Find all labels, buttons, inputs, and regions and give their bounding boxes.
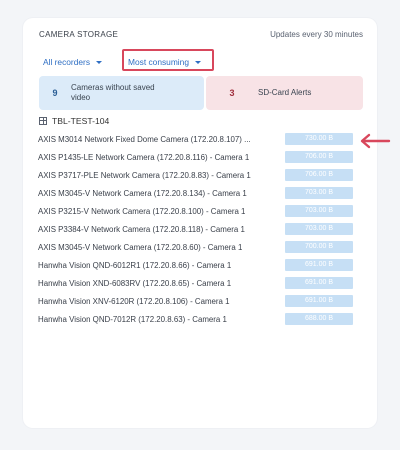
- panel-title: CAMERA STORAGE: [39, 30, 119, 39]
- camera-row[interactable]: AXIS M3014 Network Fixed Dome Camera (17…: [38, 130, 358, 148]
- site-header: TBL-TEST-104: [39, 116, 109, 126]
- camera-name: Hanwha Vision XNV-6120R (172.20.8.106) -…: [38, 296, 230, 306]
- storage-bar: 703.00 B: [285, 187, 353, 199]
- camera-row[interactable]: Hanwha Vision QND-6012R1 (172.20.8.66) -…: [38, 256, 358, 274]
- camera-row[interactable]: AXIS M3045-V Network Camera (172.20.8.60…: [38, 238, 358, 256]
- camera-storage-panel: CAMERA STORAGE Updates every 30 minutes …: [23, 18, 377, 428]
- camera-name: AXIS M3045-V Network Camera (172.20.8.13…: [38, 188, 247, 198]
- camera-name: AXIS M3045-V Network Camera (172.20.8.60…: [38, 242, 243, 252]
- storage-bar: 700.00 B: [285, 241, 353, 253]
- camera-name: Hanwha Vision QND-7012R (172.20.8.63) - …: [38, 314, 227, 324]
- storage-bar: 691.00 B: [285, 295, 353, 307]
- camera-name: AXIS P1435-LE Network Camera (172.20.8.1…: [38, 152, 250, 162]
- camera-name: Hanwha Vision QND-6012R1 (172.20.8.66) -…: [38, 260, 232, 270]
- camera-row[interactable]: AXIS P3384-V Network Camera (172.20.8.11…: [38, 220, 358, 238]
- recorders-filter-dropdown[interactable]: All recorders: [43, 53, 103, 71]
- storage-bar: 688.00 B: [285, 313, 353, 325]
- recorders-filter-label: All recorders: [43, 57, 91, 67]
- camera-row[interactable]: Hanwha Vision XNV-6120R (172.20.8.106) -…: [38, 292, 358, 310]
- cameras-without-video-count: 9: [52, 88, 58, 98]
- storage-bar: 691.00 B: [285, 259, 353, 271]
- camera-row[interactable]: AXIS P3717-PLE Network Camera (172.20.8.…: [38, 166, 358, 184]
- sort-dropdown[interactable]: Most consuming: [124, 53, 215, 71]
- camera-row[interactable]: AXIS P3215-V Network Camera (172.20.8.10…: [38, 202, 358, 220]
- camera-row[interactable]: Hanwha Vision QND-7012R (172.20.8.63) - …: [38, 310, 358, 328]
- camera-name: AXIS M3014 Network Fixed Dome Camera (17…: [38, 134, 251, 144]
- grid-icon: [39, 117, 47, 125]
- sd-card-alerts-card[interactable]: 3 SD-Card Alerts: [206, 76, 363, 110]
- sd-card-alerts-count: 3: [229, 88, 235, 98]
- sd-card-alerts-label: SD-Card Alerts: [258, 88, 312, 97]
- camera-list: AXIS M3014 Network Fixed Dome Camera (17…: [38, 130, 358, 328]
- camera-row[interactable]: AXIS P1435-LE Network Camera (172.20.8.1…: [38, 148, 358, 166]
- sort-label: Most consuming: [128, 57, 189, 67]
- site-name: TBL-TEST-104: [52, 116, 110, 126]
- chevron-down-icon: [96, 60, 103, 64]
- update-note: Updates every 30 minutes: [270, 30, 363, 39]
- storage-bar: 703.00 B: [285, 205, 353, 217]
- cameras-without-video-card[interactable]: 9 Cameras without saved video: [39, 76, 204, 110]
- cameras-without-video-label: Cameras without saved video: [71, 83, 155, 102]
- chevron-down-icon: [194, 60, 201, 64]
- storage-bar: 703.00 B: [285, 223, 353, 235]
- camera-name: AXIS P3384-V Network Camera (172.20.8.11…: [38, 224, 245, 234]
- camera-name: AXIS P3717-PLE Network Camera (172.20.8.…: [38, 170, 251, 180]
- camera-name: AXIS P3215-V Network Camera (172.20.8.10…: [38, 206, 246, 216]
- storage-bar: 691.00 B: [285, 277, 353, 289]
- camera-row[interactable]: Hanwha Vision XND-6083RV (172.20.8.65) -…: [38, 274, 358, 292]
- annotation-arrow-icon: [360, 133, 391, 149]
- camera-name: Hanwha Vision XND-6083RV (172.20.8.65) -…: [38, 278, 232, 288]
- storage-bar: 730.00 B: [285, 133, 353, 145]
- storage-bar: 706.00 B: [285, 151, 353, 163]
- camera-row[interactable]: AXIS M3045-V Network Camera (172.20.8.13…: [38, 184, 358, 202]
- storage-bar: 706.00 B: [285, 169, 353, 181]
